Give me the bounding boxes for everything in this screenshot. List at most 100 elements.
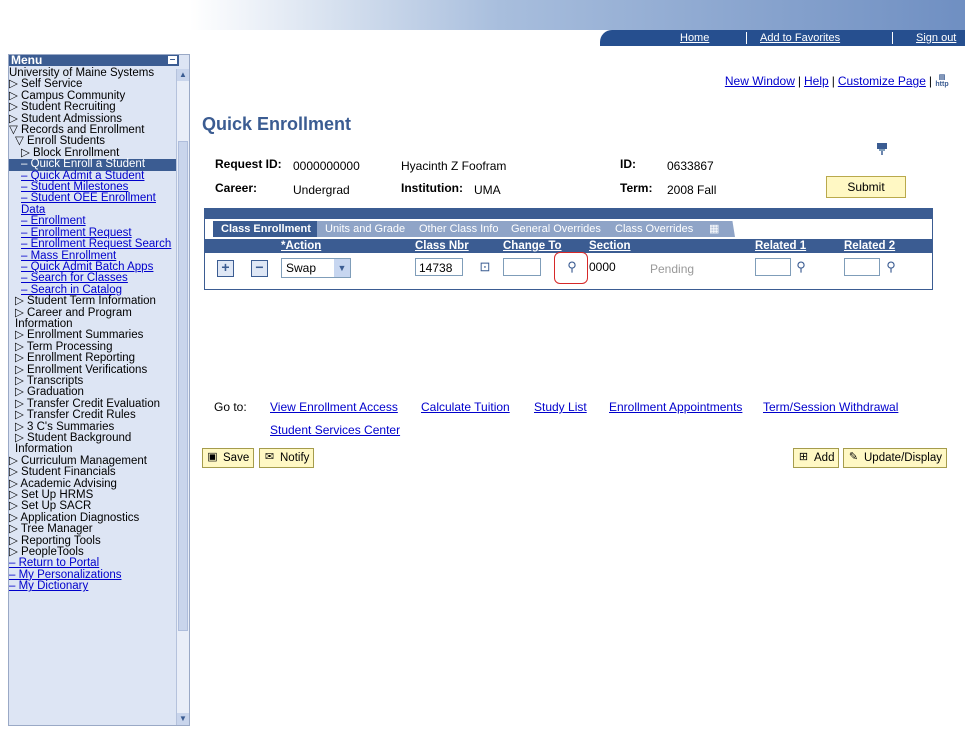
menu-item[interactable]: ▷ Career and Program Information — [9, 306, 177, 331]
class-nbr-input[interactable]: 14738 — [415, 258, 463, 276]
update-display-button[interactable]: ✎ Update/Display — [843, 448, 947, 468]
lookup-icon[interactable]: ⚲ — [883, 259, 899, 275]
tab-units-and-grade[interactable]: Units and Grade — [317, 221, 423, 237]
menu-item-label: ▽ Enroll Students — [15, 135, 106, 148]
related-2-input[interactable] — [844, 258, 880, 276]
id-label: ID: — [620, 157, 636, 171]
menu-item-label: – Enrollment — [21, 215, 86, 228]
menu-item[interactable]: – My Dictionary — [9, 580, 177, 593]
submit-button[interactable]: Submit — [826, 176, 906, 198]
menu-item[interactable]: ▷ Student Background Information — [9, 432, 177, 456]
menu-item-label: – My Personalizations — [9, 568, 122, 581]
notify-button[interactable]: ✉ Notify — [259, 448, 315, 468]
column-related-2[interactable]: Related 2 — [844, 239, 895, 253]
menu-item-label: – Student OEE Enrollment Data — [21, 192, 156, 216]
save-icon: ▣ — [207, 451, 218, 463]
action-select[interactable]: Swap ▼ — [281, 258, 351, 278]
related-1-input[interactable] — [755, 258, 791, 276]
menu-item-label: – Enrollment Request Search — [21, 238, 172, 251]
banner-gradient — [190, 0, 965, 30]
menu-item-label: ▷ Career and Program Information — [15, 306, 132, 330]
menu-item-label: ▷ Academic Advising — [9, 477, 117, 490]
scroll-up-icon[interactable]: ▲ — [177, 69, 189, 81]
menu-item-label: – Return to Portal — [9, 557, 100, 570]
view-enrollment-access-link[interactable]: View Enrollment Access — [270, 400, 398, 414]
menu-panel: University of Maine Systems ▷ Self Servic… — [8, 54, 190, 726]
help-link[interactable]: Help — [804, 74, 829, 88]
column-change-to[interactable]: Change To — [503, 239, 562, 253]
tab-general-overrides[interactable]: General Overrides — [503, 221, 619, 237]
add-row-icon[interactable]: + — [217, 260, 234, 277]
column-related-1[interactable]: Related 1 — [755, 239, 806, 253]
update-display-icon: ✎ — [848, 451, 859, 463]
menu-item-label: – Enrollment Request — [21, 226, 132, 239]
section-value: 0000 — [589, 260, 616, 274]
column-section[interactable]: Section — [589, 239, 631, 253]
menu-item-label: ▷ Student Admissions — [9, 112, 123, 125]
pin-icon[interactable] — [875, 142, 889, 156]
study-list-link[interactable]: Study List — [534, 400, 587, 414]
menu-item-label: ▷ Set Up HRMS — [9, 489, 94, 502]
show-all-columns-icon[interactable]: ▦ — [703, 221, 735, 237]
scrollbar-thumb[interactable] — [178, 141, 188, 631]
add-button[interactable]: ⊞ Add — [793, 448, 840, 468]
http-icon-label: http — [935, 81, 949, 88]
customize-page-link[interactable]: Customize Page — [838, 74, 926, 88]
menu-item-label: ▷ Student Background Information — [15, 432, 132, 456]
grid-top-bar — [205, 209, 932, 219]
menu-scrollbar[interactable]: ▲ ▼ — [176, 69, 189, 725]
column-action[interactable]: *Action — [281, 239, 321, 253]
highlight-circle — [554, 252, 588, 284]
minimize-icon[interactable]: – — [168, 55, 177, 65]
home-link[interactable]: Home — [680, 32, 709, 44]
lookup-icon[interactable]: ⚲ — [793, 259, 809, 275]
menu-item-label: ▷ Curriculum Management — [9, 454, 147, 467]
menu-item-label: ▷ Transfer Credit Evaluation — [15, 397, 160, 410]
menu-item-label: – Student Milestones — [21, 181, 129, 194]
enrollment-appointments-link[interactable]: Enrollment Appointments — [609, 400, 742, 414]
notify-icon: ✉ — [264, 451, 275, 463]
chevron-down-icon[interactable]: ▼ — [334, 259, 350, 277]
sign-out-link[interactable]: Sign out — [916, 32, 956, 44]
menu-item[interactable]: – Student OEE Enrollment Data — [9, 193, 177, 216]
menu-item-label: ▷ Transcripts — [15, 374, 84, 387]
term-session-withdrawal-link[interactable]: Term/Session Withdrawal — [763, 400, 898, 414]
tab-other-class-info[interactable]: Other Class Info — [411, 221, 515, 237]
add-label: Add — [814, 452, 835, 464]
menu-item-label: ▷ Term Processing — [15, 340, 113, 353]
add-to-favorites-link[interactable]: Add to Favorites — [760, 32, 840, 44]
menu-item-label: – My Dictionary — [9, 580, 89, 593]
new-window-link[interactable]: New Window — [725, 74, 795, 88]
menu-item-label: – Search in Catalog — [21, 283, 123, 296]
calculate-tuition-link[interactable]: Calculate Tuition — [421, 400, 510, 414]
menu-item-label: – Quick Admit a Student — [21, 169, 145, 182]
tab-class-overrides[interactable]: Class Overrides — [607, 221, 715, 237]
career-value: Undergrad — [293, 183, 350, 197]
notify-label: Notify — [280, 452, 310, 464]
nav-separator — [746, 32, 747, 44]
action-value: Swap — [286, 261, 317, 275]
goto-label: Go to: — [214, 400, 247, 414]
http-icon[interactable]: ▤ http — [935, 74, 949, 90]
menu-item-label: ▷ PeopleTools — [9, 546, 84, 559]
menu-item-label: – Search for Classes — [21, 272, 128, 285]
column-class-nbr[interactable]: Class Nbr — [415, 239, 469, 253]
menu-item-label: ▷ Reporting Tools — [9, 534, 101, 547]
menu-item-label: ▷ Graduation — [15, 386, 84, 399]
student-services-center-link[interactable]: Student Services Center — [270, 423, 400, 437]
goto-section: Go to: — [214, 400, 247, 414]
scroll-down-icon[interactable]: ▼ — [177, 713, 189, 725]
menu-item-label: ▷ 3 C's Summaries — [15, 420, 115, 433]
menu-item-label: ▷ Enrollment Summaries — [15, 329, 144, 342]
save-button[interactable]: ▣ Save — [202, 448, 255, 468]
menu-title: Menu — [11, 54, 43, 67]
menu-list: University of Maine Systems ▷ Self Servic… — [9, 67, 177, 593]
tab-class-enrollment[interactable]: Class Enrollment — [213, 221, 329, 237]
change-to-input[interactable] — [503, 258, 541, 276]
page-title: Quick Enrollment — [202, 114, 352, 134]
menu-item-label: ▷ Block Enrollment — [21, 146, 120, 159]
class-search-icon[interactable]: ⊡ — [477, 259, 493, 275]
delete-row-icon[interactable]: − — [251, 260, 268, 277]
institution-value: UMA — [474, 183, 501, 197]
table-row: + − Swap ▼ 14738 ⊡ ⚲ 0000 Pending ⚲ ⚲ — [205, 252, 932, 284]
